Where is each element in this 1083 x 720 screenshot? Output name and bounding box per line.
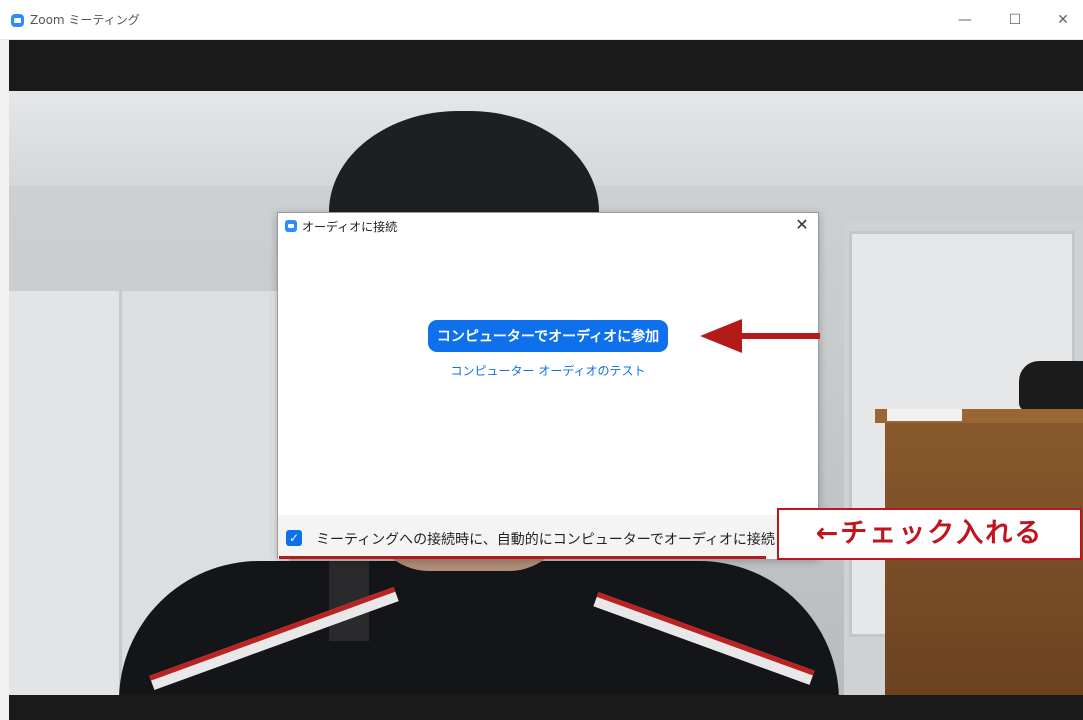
dialog-footer: ✓ ミーティングへの接続時に、自動的にコンピューターでオーディオに接続: [278, 515, 818, 559]
window-titlebar: Zoom ミーティング — ☐ ✕: [0, 0, 1083, 40]
zoom-dialog-icon: [285, 220, 297, 232]
annotation-underline: [279, 556, 766, 559]
window-title: Zoom ミーティング: [30, 13, 140, 27]
arrow-shaft: [740, 333, 820, 339]
video-person-body: [119, 561, 839, 695]
zoom-app-icon: [11, 14, 24, 27]
join-audio-dialog: オーディオに接続 ✕ コンピューターでオーディオに参加 コンピューター オーディ…: [277, 212, 819, 559]
video-black-object: [1019, 361, 1083, 411]
meeting-top-bar: [9, 40, 1083, 91]
dialog-title: オーディオに接続: [302, 220, 398, 234]
join-computer-audio-button[interactable]: コンピューターでオーディオに参加: [428, 320, 668, 352]
dialog-close-button[interactable]: ✕: [792, 215, 812, 235]
minimize-button[interactable]: —: [945, 6, 985, 34]
window-close-button[interactable]: ✕: [1043, 6, 1083, 34]
test-computer-audio-link[interactable]: コンピューター オーディオのテスト: [418, 362, 678, 379]
meeting-bottom-bar: [9, 695, 1083, 720]
maximize-button[interactable]: ☐: [995, 6, 1035, 34]
window-left-edge: [0, 40, 9, 720]
annotation-callout: ←チェック入れる: [777, 508, 1082, 560]
arrow-left-icon: [700, 319, 742, 353]
auto-connect-label[interactable]: ミーティングへの接続時に、自動的にコンピューターでオーディオに接続: [316, 529, 775, 549]
auto-connect-checkbox[interactable]: ✓: [286, 530, 302, 546]
video-paper-box: [887, 409, 962, 421]
